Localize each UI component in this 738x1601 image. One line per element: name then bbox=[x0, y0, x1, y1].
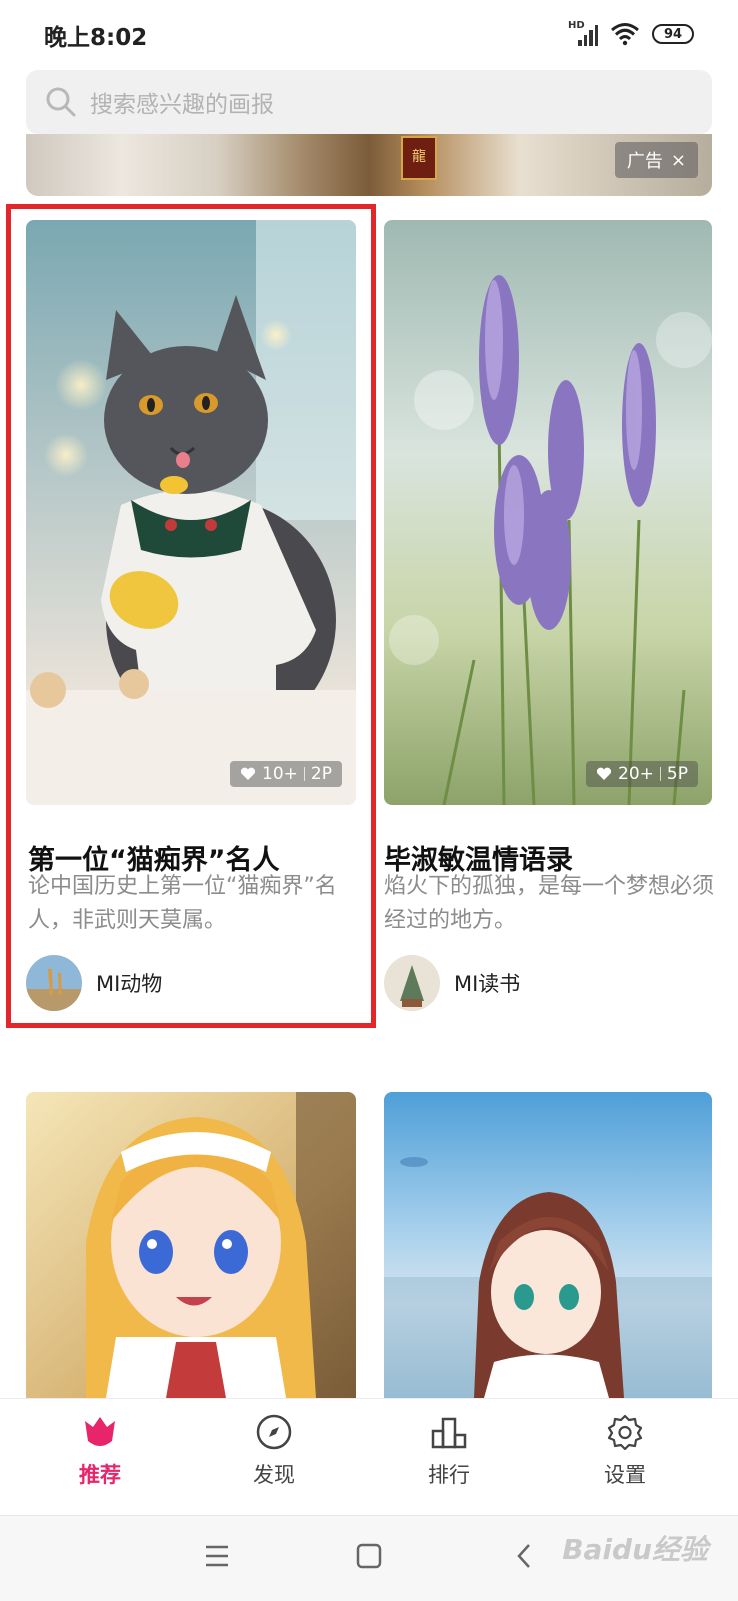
avatar bbox=[384, 955, 440, 1011]
tab-label: 排行 bbox=[428, 1463, 470, 1487]
card-image-anime-maid[interactable] bbox=[26, 1092, 356, 1398]
card-image-flowers[interactable]: 20+ 5P bbox=[384, 220, 712, 805]
author-name: MI读书 bbox=[454, 972, 521, 996]
home-icon[interactable] bbox=[356, 1543, 382, 1569]
tab-label: 发现 bbox=[253, 1463, 295, 1487]
bottom-tab-bar: 推荐 发现 排行 设置 bbox=[0, 1398, 738, 1515]
ad-label: 广告 bbox=[626, 151, 663, 172]
like-count: 20+ bbox=[618, 764, 654, 784]
tab-discover[interactable]: 发现 bbox=[214, 1413, 334, 1489]
author-row[interactable]: MI读书 bbox=[384, 955, 520, 1011]
search-icon bbox=[46, 87, 76, 117]
stats-badge: 20+ 5P bbox=[586, 761, 698, 787]
watermark: Baidu经验 bbox=[562, 1533, 708, 1566]
ranking-icon bbox=[431, 1417, 467, 1449]
tab-settings[interactable]: 设置 bbox=[565, 1413, 685, 1489]
tab-label: 推荐 bbox=[79, 1463, 121, 1487]
highlight-box bbox=[6, 204, 376, 1028]
card-description: 焰火下的孤独，是每一个梦想必须经过的地方。 bbox=[384, 874, 715, 933]
search-placeholder: 搜索感兴趣的画报 bbox=[90, 92, 274, 118]
tab-recommend[interactable]: 推荐 bbox=[40, 1413, 160, 1489]
menu-icon[interactable] bbox=[204, 1544, 230, 1568]
status-icons: HD 94 bbox=[568, 20, 694, 48]
ad-plaque-image: 龍 bbox=[401, 136, 437, 180]
compass-icon bbox=[256, 1414, 292, 1450]
close-icon: × bbox=[670, 149, 686, 171]
tab-label: 设置 bbox=[604, 1463, 646, 1487]
wifi-icon bbox=[611, 23, 639, 46]
ad-close-button[interactable]: 广告 × bbox=[614, 142, 698, 178]
ad-banner[interactable]: 龍 bbox=[26, 134, 712, 196]
signal-icon: HD bbox=[568, 20, 598, 46]
card-image-anime-girl[interactable] bbox=[384, 1092, 712, 1398]
status-time: 晚上8:02 bbox=[44, 25, 148, 51]
network-label: HD bbox=[568, 20, 585, 31]
search-bar[interactable]: 搜索感兴趣的画报 bbox=[26, 70, 712, 134]
tab-ranking[interactable]: 排行 bbox=[389, 1413, 509, 1489]
page-count: 5P bbox=[666, 764, 688, 784]
heart-icon bbox=[596, 767, 612, 780]
tulip-icon bbox=[85, 1417, 115, 1446]
back-icon[interactable] bbox=[514, 1543, 534, 1569]
battery-indicator: 94 bbox=[652, 24, 694, 44]
gear-icon bbox=[607, 1414, 643, 1451]
